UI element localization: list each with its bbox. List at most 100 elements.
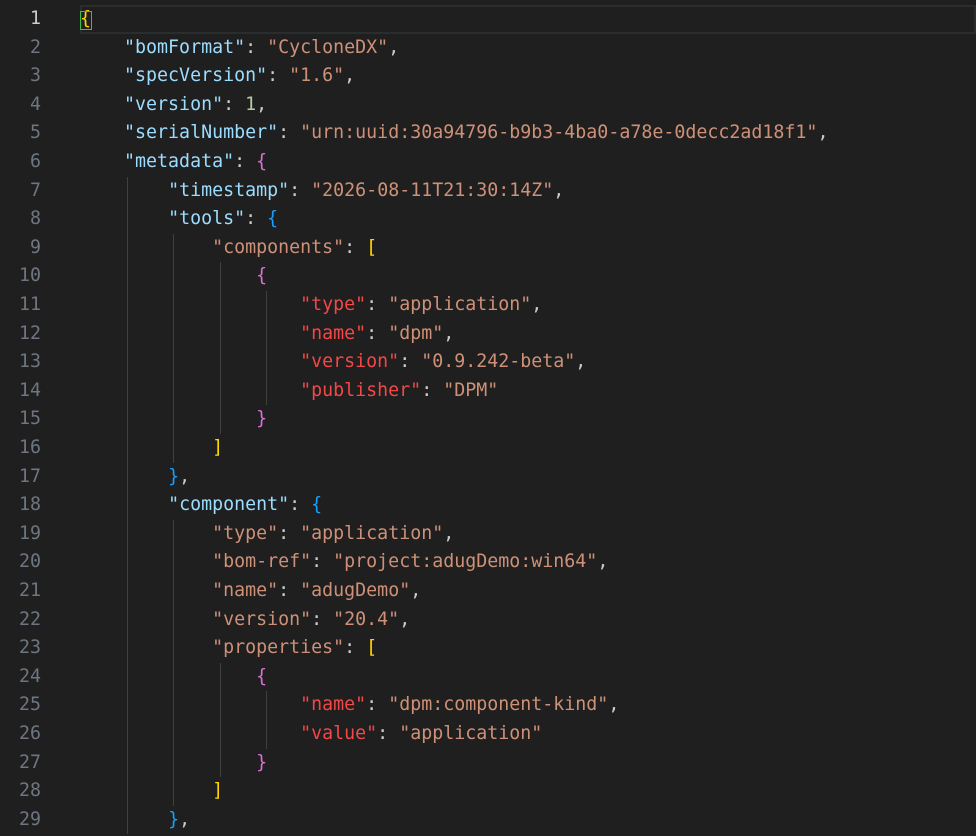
line-content: { xyxy=(80,663,976,692)
line-content: "name": "adugDemo", xyxy=(80,577,976,606)
code-line[interactable]: 4 "version": 1, xyxy=(0,91,976,120)
token-key: "metadata" xyxy=(124,151,235,172)
line-content: "specVersion": "1.6", xyxy=(80,62,976,91)
token-punct: : xyxy=(245,36,268,58)
code-line[interactable]: 9 "components": [ xyxy=(0,234,976,263)
line-content: "timestamp": "2026-08-11T21:30:14Z", xyxy=(80,177,976,206)
line-number: 5 xyxy=(29,122,41,144)
line-number: 19 xyxy=(18,522,41,544)
token-str: "DPM" xyxy=(443,379,499,401)
code-line[interactable]: 21 "name": "adugDemo", xyxy=(0,577,976,606)
line-number: 23 xyxy=(18,637,41,659)
line-number: 24 xyxy=(18,665,41,687)
token-str: "dpm" xyxy=(388,322,444,344)
token-b2: } xyxy=(256,408,268,430)
token-punct: : xyxy=(278,122,301,144)
token-key2: "name" xyxy=(212,580,279,601)
token-b3: { xyxy=(311,494,323,516)
line-content: "bomFormat": "CycloneDX", xyxy=(80,34,976,63)
line-content: "bom-ref": "project:adugDemo:win64", xyxy=(80,548,976,577)
code-line[interactable]: 20 "bom-ref": "project:adugDemo:win64", xyxy=(0,548,976,577)
token-key3: "name" xyxy=(300,694,367,716)
line-number: 7 xyxy=(29,179,41,201)
code-line[interactable]: 24 { xyxy=(0,663,976,692)
token-punct: , xyxy=(344,65,356,87)
code-line[interactable]: 15 } xyxy=(0,405,976,434)
line-number: 9 xyxy=(29,236,41,258)
code-line[interactable]: 19 "type": "application", xyxy=(0,520,976,549)
line-number: 25 xyxy=(18,694,41,716)
code-line[interactable]: 11 "type": "application", xyxy=(0,291,976,320)
token-str: "project:adugDemo:win64" xyxy=(333,551,598,573)
token-b1: [ xyxy=(366,637,378,659)
token-punct: , xyxy=(597,551,609,573)
token-punct: : xyxy=(223,93,246,115)
line-number: 26 xyxy=(18,723,41,744)
token-punct: , xyxy=(575,351,587,373)
token-num: 1 xyxy=(245,93,257,115)
code-line[interactable]: 8 "tools": { xyxy=(0,205,976,234)
token-str: "1.6" xyxy=(289,65,345,87)
token-punct: : xyxy=(344,236,367,258)
line-content: "name": "dpm", xyxy=(80,320,976,349)
token-str: "20.4" xyxy=(333,608,400,630)
line-number: 2 xyxy=(29,36,41,58)
code-line[interactable]: 16 ] xyxy=(0,434,976,463)
token-punct: , xyxy=(256,93,268,115)
line-content: } xyxy=(80,405,976,434)
token-key: "serialNumber" xyxy=(124,122,279,144)
code-line[interactable]: 10 { xyxy=(0,262,976,291)
token-punct: , xyxy=(553,179,565,201)
code-line[interactable]: 1{ xyxy=(0,5,976,34)
code-line[interactable]: 25 "name": "dpm:component-kind", xyxy=(0,691,976,720)
token-key: "component" xyxy=(168,494,290,516)
token-b2: } xyxy=(256,751,268,773)
token-str: "2026-08-11T21:30:14Z" xyxy=(311,179,554,201)
code-line[interactable]: 29 }, xyxy=(0,806,976,835)
line-content: "component": { xyxy=(80,491,976,520)
code-line[interactable]: 5 "serialNumber": "urn:uuid:30a94796-b9b… xyxy=(0,119,976,148)
line-content: "version": 1, xyxy=(80,91,976,120)
token-punct: : xyxy=(421,379,444,401)
token-key3: "version" xyxy=(300,351,400,373)
line-number: 13 xyxy=(18,351,41,373)
code-line[interactable]: 13 "version": "0.9.242-beta", xyxy=(0,348,976,377)
line-content: } xyxy=(80,749,976,778)
token-key2: "bom-ref" xyxy=(212,551,312,573)
code-line[interactable]: 3 "specVersion": "1.6", xyxy=(0,62,976,91)
line-content: "type": "application", xyxy=(80,291,976,320)
token-str: "dpm:component-kind" xyxy=(388,694,609,716)
token-b1: ] xyxy=(212,780,224,802)
token-key: "version" xyxy=(124,93,224,115)
code-line[interactable]: 23 "properties": [ xyxy=(0,634,976,663)
code-editor[interactable]: 1{2 "bomFormat": "CycloneDX", 3 "specVers… xyxy=(0,0,976,836)
code-line[interactable]: 12 "name": "dpm", xyxy=(0,320,976,349)
token-b3: } xyxy=(168,808,180,830)
token-punct: : xyxy=(245,208,268,230)
token-punct: , xyxy=(399,608,411,630)
code-line[interactable]: 18 "component": { xyxy=(0,491,976,520)
token-punct: , xyxy=(388,36,400,58)
token-str: "urn:uuid:30a94796-b9b3-4ba0-a78e-0decc2… xyxy=(300,122,818,144)
token-str: "application" xyxy=(399,723,543,744)
code-line[interactable]: 26 "value": "application" xyxy=(0,720,976,749)
code-line[interactable]: 27 } xyxy=(0,749,976,778)
code-line[interactable]: 6 "metadata": { xyxy=(0,148,976,177)
code-line[interactable]: 17 }, xyxy=(0,463,976,492)
token-punct: , xyxy=(179,808,191,830)
code-line[interactable]: 28 ] xyxy=(0,777,976,806)
token-punct: , xyxy=(179,465,191,487)
token-punct: : xyxy=(366,694,389,716)
token-punct: : xyxy=(278,580,301,601)
line-number: 10 xyxy=(18,265,41,287)
line-number: 17 xyxy=(18,465,41,487)
code-line[interactable]: 2 "bomFormat": "CycloneDX", xyxy=(0,34,976,63)
token-b3: } xyxy=(168,465,180,487)
token-punct: : xyxy=(278,522,301,544)
token-key2: "type" xyxy=(212,522,279,544)
token-punct: : xyxy=(377,723,400,744)
code-line[interactable]: 22 "version": "20.4", xyxy=(0,606,976,635)
token-key2: "components" xyxy=(212,236,345,258)
code-line[interactable]: 7 "timestamp": "2026-08-11T21:30:14Z", xyxy=(0,177,976,206)
code-line[interactable]: 14 "publisher": "DPM" xyxy=(0,377,976,406)
